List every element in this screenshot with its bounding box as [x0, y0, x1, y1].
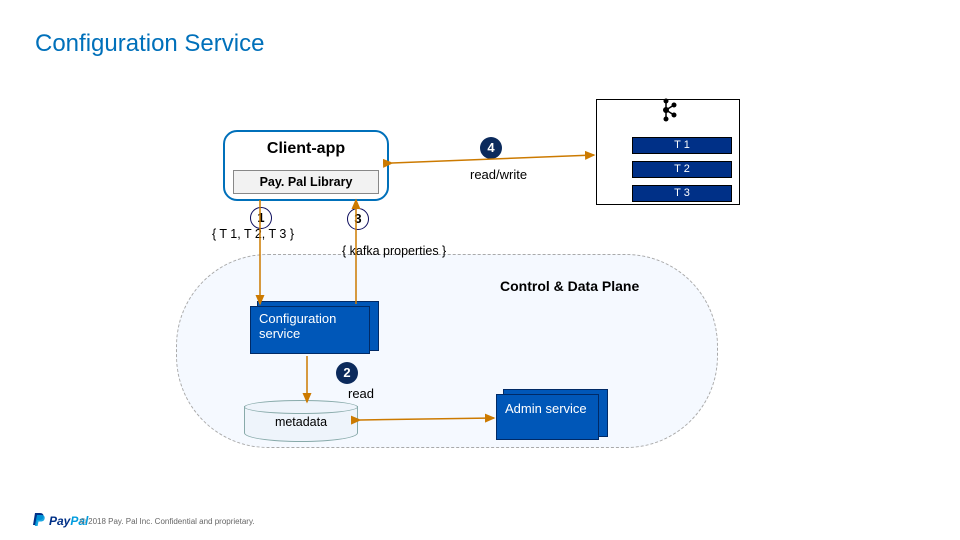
topic-t1: T 1 [632, 137, 732, 154]
step-4-badge: 4 [480, 137, 502, 159]
topic-t3: T 3 [632, 185, 732, 202]
footer-copyright: © 2018 Pay. Pal Inc. Confidential and pr… [80, 517, 255, 526]
step-2-badge: 2 [336, 362, 358, 384]
topic-t2: T 2 [632, 161, 732, 178]
read-write-label: read/write [470, 167, 527, 182]
page-title: Configuration Service [35, 30, 264, 58]
client-app-label: Client-app [223, 140, 389, 158]
connectors [0, 0, 960, 540]
topics-list-text: { T 1, T 2, T 3 } [212, 227, 302, 241]
brand-pay: Pay [49, 514, 70, 528]
step-3-badge: 3 [347, 208, 369, 230]
read-label: read [348, 386, 374, 401]
paypal-library-box: Pay. Pal Library [233, 170, 379, 194]
configuration-service-box: Configuration service [250, 306, 370, 354]
metadata-label: metadata [244, 415, 358, 429]
kafka-icon [660, 96, 678, 124]
step-1-badge: 1 [250, 207, 272, 229]
paypal-library-label: Pay. Pal Library [260, 175, 353, 189]
metadata-db: metadata [244, 400, 358, 442]
plane-label: Control & Data Plane [500, 278, 639, 294]
kafka-properties-text: { kafka properties } [342, 244, 446, 258]
admin-service-box: Admin service [496, 394, 599, 440]
